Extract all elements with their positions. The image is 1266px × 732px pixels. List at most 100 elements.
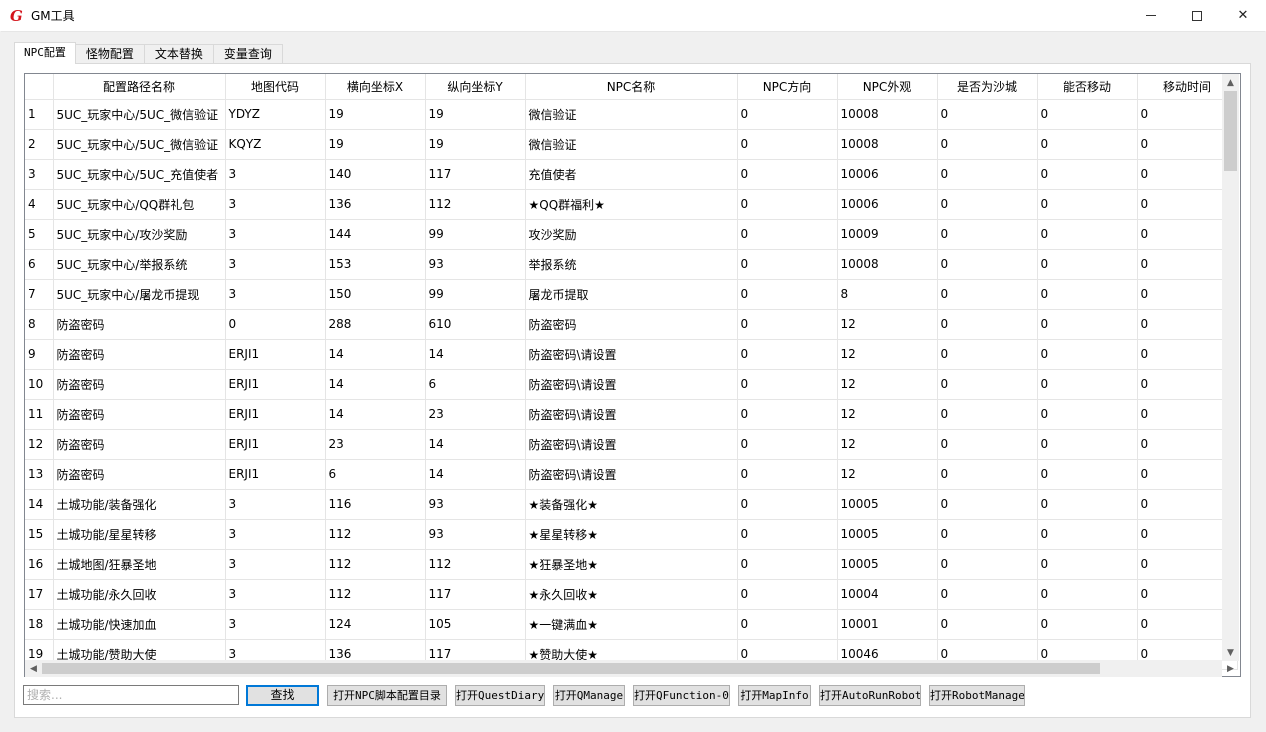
table-cell[interactable]: 0 [737, 519, 838, 550]
table-cell[interactable]: 3 [225, 189, 326, 220]
table-cell[interactable]: 0 [1037, 189, 1138, 220]
table-cell[interactable]: 0 [937, 279, 1038, 310]
table-cell[interactable]: 93 [425, 249, 526, 280]
table-cell[interactable]: 0 [937, 609, 1038, 640]
table-cell[interactable]: 112 [325, 579, 426, 610]
scroll-up-icon[interactable]: ▲ [1222, 74, 1239, 91]
row-number[interactable]: 16 [25, 549, 54, 580]
table-cell[interactable]: 土城功能/永久回收 [53, 579, 226, 610]
table-cell[interactable]: 土城功能/装备强化 [53, 489, 226, 520]
table-cell[interactable]: ★装备强化★ [525, 489, 738, 520]
table-cell[interactable]: YDYZ [225, 99, 326, 130]
table-cell[interactable]: 0 [937, 429, 1038, 460]
table-cell[interactable]: ERJI1 [225, 369, 326, 400]
table-cell[interactable]: 10008 [837, 99, 938, 130]
table-row[interactable]: 18 土城功能/快速加血 3 124 105 ★一键满血★ 0 10001 0 0 0 [25, 609, 1238, 640]
table-cell[interactable]: 6 [425, 369, 526, 400]
table-cell[interactable]: 93 [425, 519, 526, 550]
table-cell[interactable]: 0 [1037, 159, 1138, 190]
row-number[interactable]: 5 [25, 219, 54, 250]
table-cell[interactable]: 0 [1037, 609, 1138, 640]
table-row[interactable]: 12 防盗密码 ERJI1 23 14 防盗密码\请设置 0 12 0 0 0 [25, 429, 1238, 460]
table-cell[interactable]: 0 [737, 99, 838, 130]
table-cell[interactable]: 0 [937, 219, 1038, 250]
table-cell[interactable]: 5UC_玩家中心/攻沙奖励 [53, 219, 226, 250]
table-cell[interactable]: 12 [837, 369, 938, 400]
row-number[interactable]: 10 [25, 369, 54, 400]
tab-monster-config[interactable]: 怪物配置 [74, 44, 145, 63]
maximize-button[interactable] [1174, 0, 1220, 31]
scroll-down-icon[interactable]: ▼ [1222, 644, 1239, 661]
column-header[interactable]: 地图代码 [225, 74, 326, 100]
scroll-right-icon[interactable]: ▶ [1222, 660, 1239, 677]
table-cell[interactable]: 14 [325, 399, 426, 430]
table-cell[interactable]: 0 [737, 249, 838, 280]
table-cell[interactable]: 10005 [837, 549, 938, 580]
table-cell[interactable]: KQYZ [225, 129, 326, 160]
row-number[interactable]: 6 [25, 249, 54, 280]
table-row[interactable]: 2 5UC_玩家中心/5UC_微信验证 KQYZ 19 19 微信验证 0 10008 0 0 0 [25, 129, 1238, 160]
table-cell[interactable]: 0 [1037, 399, 1138, 430]
npc-data-grid[interactable]: 配置路径名称 地图代码 横向坐标X 纵向坐标Y NPC名称 NPC方向 NPC外观 是否为沙城… [24, 73, 1241, 677]
table-row[interactable]: 13 防盗密码 ERJI1 6 14 防盗密码\请设置 0 12 0 0 0 [25, 459, 1238, 490]
table-cell[interactable]: 0 [737, 459, 838, 490]
table-cell[interactable]: 19 [425, 99, 526, 130]
row-number[interactable]: 2 [25, 129, 54, 160]
table-cell[interactable]: 0 [1037, 279, 1138, 310]
table-cell[interactable]: 举报系统 [525, 249, 738, 280]
table-cell[interactable]: ERJI1 [225, 429, 326, 460]
table-cell[interactable]: 5UC_玩家中心/5UC_充值使者 [53, 159, 226, 190]
row-number[interactable]: 3 [25, 159, 54, 190]
table-cell[interactable]: ★星星转移★ [525, 519, 738, 550]
row-number[interactable]: 18 [25, 609, 54, 640]
table-cell[interactable]: 0 [737, 369, 838, 400]
table-cell[interactable]: 防盗密码 [53, 429, 226, 460]
table-cell[interactable]: 防盗密码\请设置 [525, 429, 738, 460]
row-number[interactable]: 1 [25, 99, 54, 130]
table-cell[interactable]: 0 [937, 249, 1038, 280]
row-number-header[interactable] [25, 74, 54, 100]
vertical-scrollbar[interactable]: ▲ ▼ [1222, 74, 1239, 661]
table-cell[interactable]: 3 [225, 609, 326, 640]
table-cell[interactable]: 0 [737, 489, 838, 520]
table-cell[interactable]: 防盗密码 [53, 369, 226, 400]
open-autorunrobot-button[interactable]: 打开AutoRunRobot [819, 685, 921, 706]
open-questdiary-button[interactable]: 打开QuestDiary [455, 685, 545, 706]
table-cell[interactable]: 0 [1037, 219, 1138, 250]
table-cell[interactable]: 12 [837, 459, 938, 490]
table-cell[interactable]: 0 [937, 579, 1038, 610]
table-cell[interactable]: 150 [325, 279, 426, 310]
table-row[interactable]: 7 5UC_玩家中心/屠龙币提现 3 150 99 屠龙币提取 0 8 0 0 0 [25, 279, 1238, 310]
table-cell[interactable]: ERJI1 [225, 399, 326, 430]
table-cell[interactable]: 0 [737, 189, 838, 220]
table-cell[interactable]: 23 [425, 399, 526, 430]
table-cell[interactable]: 14 [325, 339, 426, 370]
table-cell[interactable]: 3 [225, 219, 326, 250]
column-header[interactable]: 配置路径名称 [53, 74, 226, 100]
table-cell[interactable]: 防盗密码\请设置 [525, 339, 738, 370]
table-cell[interactable]: 0 [737, 429, 838, 460]
table-cell[interactable]: 土城功能/星星转移 [53, 519, 226, 550]
table-cell[interactable]: 12 [837, 399, 938, 430]
table-cell[interactable]: 112 [325, 519, 426, 550]
table-cell[interactable]: 3 [225, 519, 326, 550]
table-cell[interactable]: 93 [425, 489, 526, 520]
table-cell[interactable]: 5UC_玩家中心/QQ群礼包 [53, 189, 226, 220]
table-cell[interactable]: 8 [837, 279, 938, 310]
table-cell[interactable]: 19 [325, 99, 426, 130]
table-row[interactable]: 9 防盗密码 ERJI1 14 14 防盗密码\请设置 0 12 0 0 0 [25, 339, 1238, 370]
table-cell[interactable]: 0 [225, 309, 326, 340]
table-cell[interactable]: 0 [737, 159, 838, 190]
table-cell[interactable]: 14 [425, 459, 526, 490]
table-cell[interactable]: ★永久回收★ [525, 579, 738, 610]
table-cell[interactable]: 0 [937, 519, 1038, 550]
table-cell[interactable]: 136 [325, 189, 426, 220]
table-cell[interactable]: 10001 [837, 609, 938, 640]
table-row[interactable]: 5 5UC_玩家中心/攻沙奖励 3 144 99 攻沙奖励 0 10009 0 0 0 [25, 219, 1238, 250]
find-button[interactable]: 查找 [246, 685, 319, 706]
open-mapinfo-button[interactable]: 打开MapInfo [738, 685, 811, 706]
table-row[interactable]: 16 土城地图/狂暴圣地 3 112 112 ★狂暴圣地★ 0 10005 0 0 0 [25, 549, 1238, 580]
table-cell[interactable]: 0 [937, 99, 1038, 130]
table-cell[interactable]: 土城地图/狂暴圣地 [53, 549, 226, 580]
table-cell[interactable]: 0 [937, 159, 1038, 190]
